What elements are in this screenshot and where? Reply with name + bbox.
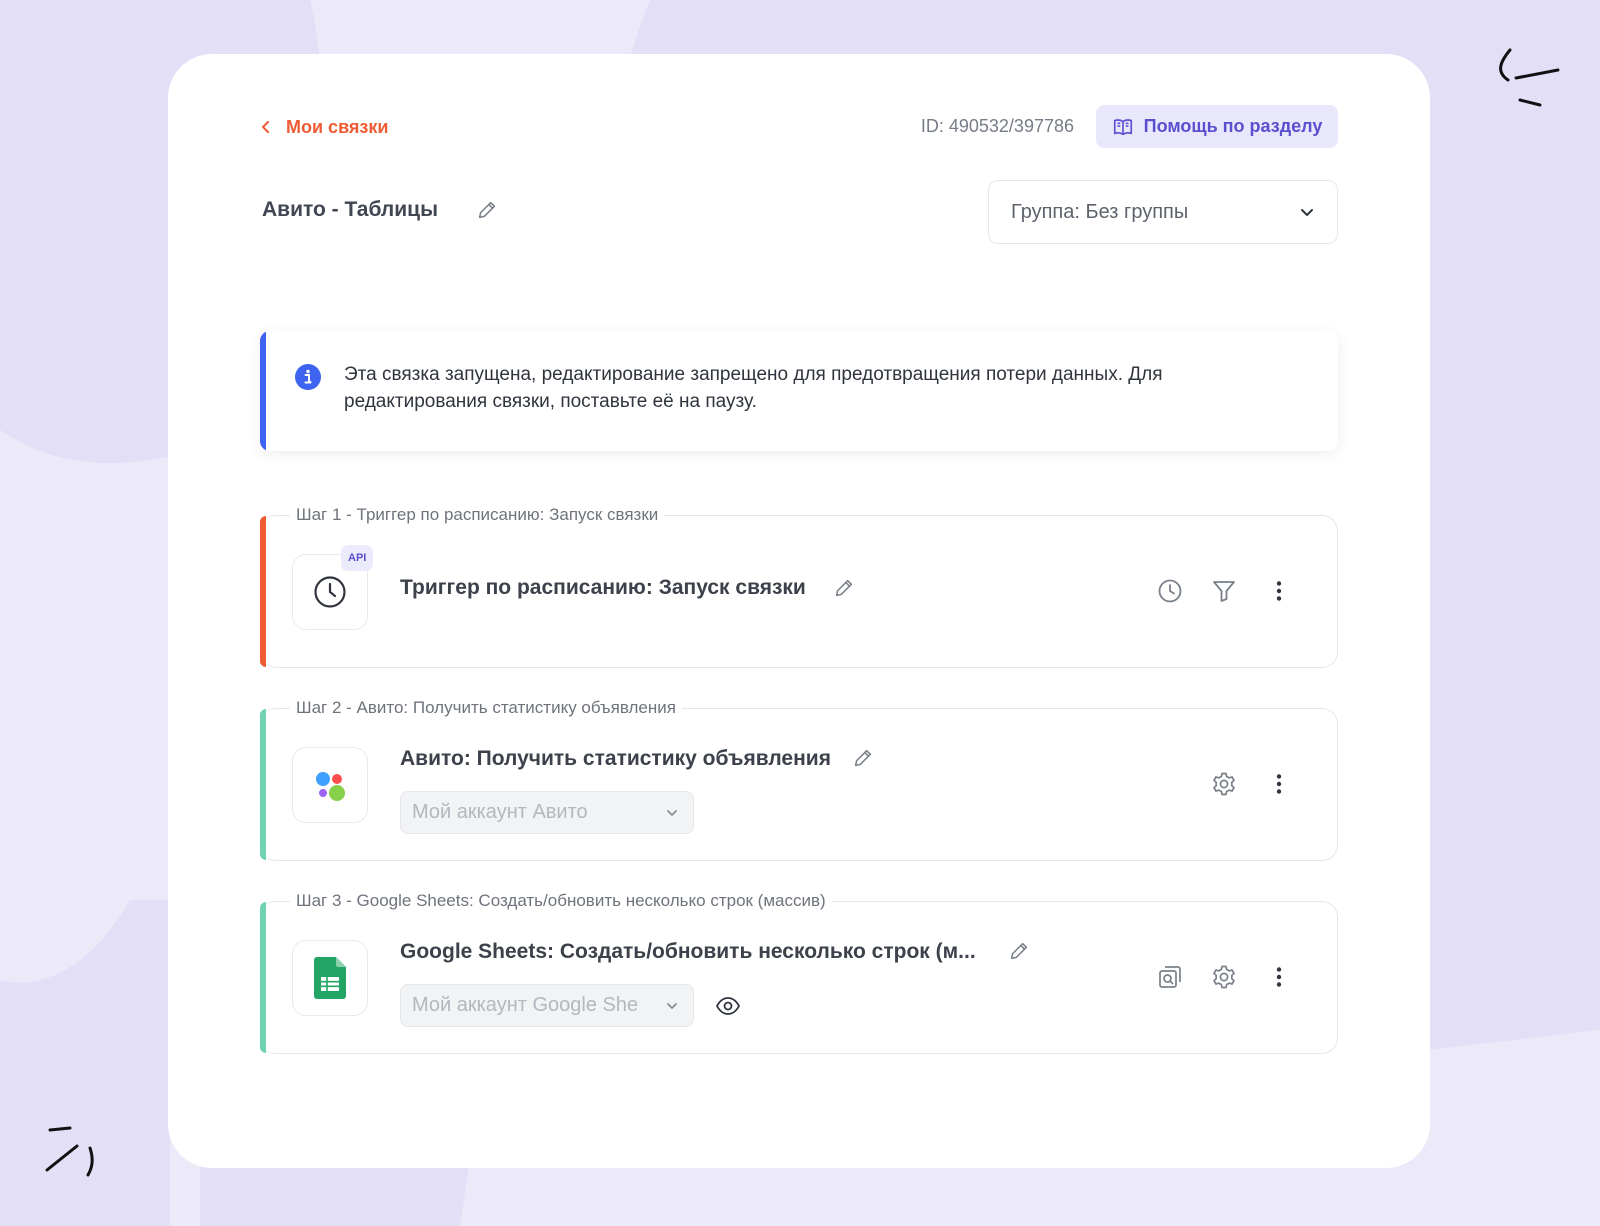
step-accent-bar <box>260 516 266 667</box>
help-button-label: Помощь по разделу <box>1143 116 1323 136</box>
more-vertical-icon[interactable] <box>1266 578 1292 604</box>
chevron-left-icon <box>262 121 269 133</box>
step-accent-bar <box>260 902 266 1053</box>
chevron-down-icon <box>667 1002 677 1009</box>
filter-icon[interactable] <box>1211 578 1237 604</box>
api-badge: API <box>341 545 374 571</box>
step-title: Триггер по расписанию: Запуск связки <box>400 576 806 599</box>
pencil-icon[interactable] <box>852 747 874 769</box>
info-icon <box>295 364 321 390</box>
gear-icon[interactable] <box>1211 771 1237 797</box>
account-select-value: Мой аккаунт Авито <box>412 801 588 823</box>
avito-logo-icon <box>316 772 345 801</box>
info-banner: Эта связка запущена, редактирование запр… <box>260 331 1338 451</box>
step-title: Авито: Получить статистику объявления <box>400 747 831 770</box>
back-link[interactable]: Мои связки <box>260 114 388 140</box>
book-icon <box>1113 118 1132 135</box>
pencil-icon[interactable] <box>833 577 855 599</box>
pencil-icon[interactable] <box>476 199 498 221</box>
more-vertical-icon[interactable] <box>1266 964 1292 990</box>
account-select-value: Мой аккаунт Google She <box>412 994 639 1016</box>
eye-icon[interactable] <box>715 993 741 1019</box>
step-legend: Шаг 1 - Триггер по расписанию: Запуск св… <box>290 504 665 526</box>
step-legend: Шаг 2 - Авито: Получить статистику объяв… <box>290 697 682 719</box>
app-tile <box>292 747 368 823</box>
group-select[interactable]: Группа: Без группы <box>988 180 1338 244</box>
chevron-down-icon <box>667 809 677 816</box>
pencil-icon[interactable] <box>1008 940 1030 962</box>
gear-icon[interactable] <box>1211 964 1237 990</box>
chevron-down-icon <box>1301 209 1313 216</box>
back-link-label: Мои связки <box>286 116 389 137</box>
bundle-id: ID: 490532/397786 <box>920 116 1074 136</box>
clock-icon <box>314 576 346 608</box>
info-banner-text: Эта связка запущена, редактирование запр… <box>344 364 1163 412</box>
group-select-value: Группа: Без группы <box>1011 200 1189 223</box>
google-sheets-icon <box>314 957 346 999</box>
account-select[interactable]: Мой аккаунт Авито <box>400 791 694 834</box>
step-accent-bar <box>260 709 266 860</box>
title-row: Авито - Таблицы <box>262 198 498 222</box>
more-vertical-icon[interactable] <box>1266 771 1292 797</box>
step-card-1: Шаг 1 - Триггер по расписанию: Запуск св… <box>260 504 1338 668</box>
help-button[interactable]: Помощь по разделу <box>1096 105 1338 148</box>
main-card: Мои связки ID: 490532/397786 Помощь по р… <box>168 54 1430 1168</box>
step-card-2: Шаг 2 - Авито: Получить статистику объяв… <box>260 697 1338 861</box>
step-title: Google Sheets: Создать/обновить нескольк… <box>400 940 976 963</box>
app-tile <box>292 940 368 1016</box>
account-select[interactable]: Мой аккаунт Google She <box>400 984 694 1027</box>
step-card-3: Шаг 3 - Google Sheets: Создать/обновить … <box>260 890 1338 1054</box>
clock-icon[interactable] <box>1157 578 1183 604</box>
search-copy-icon[interactable] <box>1157 964 1183 990</box>
step-legend: Шаг 3 - Google Sheets: Создать/обновить … <box>290 890 832 912</box>
page-title: Авито - Таблицы <box>262 198 439 221</box>
